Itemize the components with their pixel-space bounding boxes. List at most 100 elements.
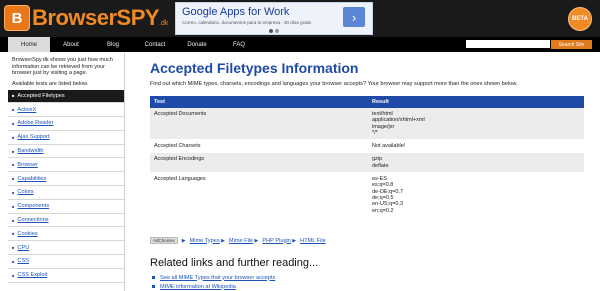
play-arrow-icon: ▶ [290, 237, 297, 244]
bullet-icon [152, 276, 155, 279]
ad-subtitle: Correo, calendario, documentos para tu e… [182, 20, 312, 25]
page-description: Find out which MIME types, charsets, enc… [150, 81, 518, 87]
bullet-icon: ■ [12, 272, 15, 278]
result-value: en;q=0.2 [372, 207, 394, 214]
sidebar-item-label[interactable]: Colors [17, 189, 33, 195]
sidebar: BrowserSpy.dk shows you just how much in… [8, 53, 125, 291]
sidebar-item-ajax-support[interactable]: ■ Ajax Support [8, 131, 124, 145]
ad-pager-dots [269, 29, 279, 33]
related-links: See all MIME Types that your browser acc… [150, 273, 275, 291]
search-button[interactable]: Search Site [551, 40, 592, 49]
test-cell: Accepted Documents [150, 108, 368, 140]
bullet-icon: ■ [12, 162, 15, 168]
logo-text: BrowserSPY [32, 5, 160, 30]
logo-suffix: .dk [159, 20, 169, 27]
result-value: Not available! [372, 143, 406, 150]
nav-item-blog[interactable]: Blog [92, 37, 134, 52]
result-cell: Not available! [368, 140, 584, 153]
table-row: Accepted Languages es-ES es;q=0.8 de-DE;q=0… [150, 173, 584, 218]
sidebar-item-cookies[interactable]: ■ Cookies [8, 227, 124, 242]
sidebar-item-colors[interactable]: ■ Colors [8, 186, 124, 200]
result-cell: text/html application/xhtml+xml image/jxr *… [368, 108, 584, 140]
sidebar-item-activex[interactable]: ■ ActiveX [8, 103, 124, 118]
result-cell: gzip deflate [368, 152, 584, 173]
sidebar-item-label[interactable]: Components [17, 203, 49, 209]
results-table: Test Result Accepted Documents text/html a… [150, 96, 584, 218]
sidebar-item-label[interactable]: CPU [17, 245, 29, 251]
ad-title[interactable]: Google Apps for Work [182, 6, 289, 18]
ad-banner[interactable]: Google Apps for Work Correo, calendario,… [175, 2, 373, 35]
nav-item-about[interactable]: About [50, 37, 92, 52]
nav-item-donate[interactable]: Donate [176, 37, 218, 52]
sidebar-item-label[interactable]: Connections [17, 217, 48, 223]
result-value: deflate [372, 162, 389, 169]
sidebar-item-css[interactable]: ■ CSS [8, 255, 124, 269]
test-cell: Accepted Languages [154, 176, 206, 183]
browserspy-logo[interactable]: B BrowserSPY .dk [4, 5, 168, 31]
related-heading: Related links and further reading... [150, 257, 319, 269]
table-row: Accepted Charsets Not available! [150, 140, 584, 153]
result-cell: es-ES es;q=0.8 de-DE;q=0.7 de;q=0.5 en-US;q=… [368, 173, 584, 218]
test-cell: Accepted Encodings [150, 152, 368, 173]
sidebar-item-adobe-reader[interactable]: ■ Adobe Reader [8, 117, 124, 131]
sidebar-item-browser[interactable]: ■ Browser [8, 158, 124, 173]
sidebar-item-connections[interactable]: ■ Connections [8, 214, 124, 228]
related-link-item[interactable]: See all MIME Types that your browser acc… [150, 273, 275, 282]
sidebar-item-label[interactable]: Cookies [17, 231, 37, 237]
table-row: Accepted Documents text/html application/x… [150, 108, 584, 140]
ad-link[interactable]: PHP Plugin [262, 238, 291, 244]
sidebar-item-label[interactable]: Browser [17, 162, 38, 168]
related-link[interactable]: MIME information at Wikipedia [160, 284, 236, 290]
related-link-item[interactable]: MIME information at Wikipedia [150, 282, 275, 291]
sidebar-item-capabilities[interactable]: ■ Capabilities [8, 172, 124, 187]
ad-link[interactable]: Mime Types [190, 238, 220, 244]
test-cell: Accepted Charsets [154, 143, 201, 150]
related-link[interactable]: See all MIME Types that your browser acc… [160, 275, 275, 281]
nav-item-contact[interactable]: Contact [134, 37, 176, 52]
sidebar-item-bandwidth[interactable]: ■ Bandwidth [8, 145, 124, 159]
page-title: Accepted Filetypes Information [150, 60, 359, 76]
sidebar-intro: BrowserSpy.dk shows you just how much in… [12, 57, 113, 76]
ad-arrow-button[interactable]: › [343, 7, 365, 27]
bullet-icon: ■ [12, 93, 15, 99]
beta-badge: BETA [568, 7, 592, 31]
sidebar-item-label[interactable]: CSS Exploit [17, 272, 47, 278]
play-arrow-icon: ▶ [181, 237, 186, 244]
sidebar-item-label[interactable]: Accepted Filetypes [17, 93, 64, 99]
bullet-icon: ■ [12, 203, 15, 209]
bullet-icon: ■ [12, 189, 15, 195]
nav-item-home[interactable]: Home [8, 37, 50, 52]
sidebar-item-label[interactable]: Capabilities [17, 176, 46, 182]
sidebar-item-label[interactable]: Adobe Reader [17, 120, 53, 126]
adchoices-badge[interactable]: AdChoices [150, 237, 178, 244]
ad-link[interactable]: HTML File [300, 238, 326, 244]
sidebar-item-css-exploit[interactable]: ■ CSS Exploit [8, 269, 124, 283]
bullet-icon: ■ [12, 245, 15, 251]
bullet-icon: ■ [12, 217, 15, 223]
top-header: B BrowserSPY .dk Google Apps for Work Co… [0, 0, 600, 37]
bullet-icon: ■ [12, 134, 15, 140]
sidebar-item-components[interactable]: ■ Components [8, 200, 124, 214]
sidebar-item-cpu[interactable]: ■ CPU [8, 241, 124, 256]
bullet-icon: ■ [12, 148, 15, 154]
ad-link[interactable]: Mime File [229, 238, 253, 244]
nav-item-faq[interactable]: FAQ [218, 37, 260, 52]
bullet-icon [152, 285, 155, 288]
sidebar-item-label[interactable]: ActiveX [17, 107, 36, 113]
main-nav: Home About Blog Contact Donate FAQ Search Sit… [0, 37, 600, 52]
sidebar-item-accepted-filetypes[interactable]: ■ Accepted Filetypes [8, 89, 124, 104]
table-row: Accepted Encodings gzip deflate [150, 152, 584, 173]
table-header-test: Test [150, 96, 368, 108]
bullet-icon: ■ [12, 176, 15, 182]
sidebar-item-label[interactable]: Bandwidth [17, 148, 43, 154]
bullet-icon: ■ [12, 258, 15, 264]
search-input[interactable] [466, 40, 550, 48]
sidebar-item-label[interactable]: Ajax Support [17, 134, 49, 140]
table-header-result: Result [368, 96, 584, 108]
sidebar-available-label: Available tests are listed below. [12, 80, 89, 87]
logo-icon: B [4, 5, 30, 31]
play-arrow-icon: ▶ [253, 237, 259, 244]
result-value: */* [372, 129, 378, 136]
ad-links-bar: AdChoices ▶ Mime Types ▶ Mime File ▶ PHP Pl… [150, 237, 326, 244]
sidebar-item-label[interactable]: CSS [17, 258, 29, 264]
